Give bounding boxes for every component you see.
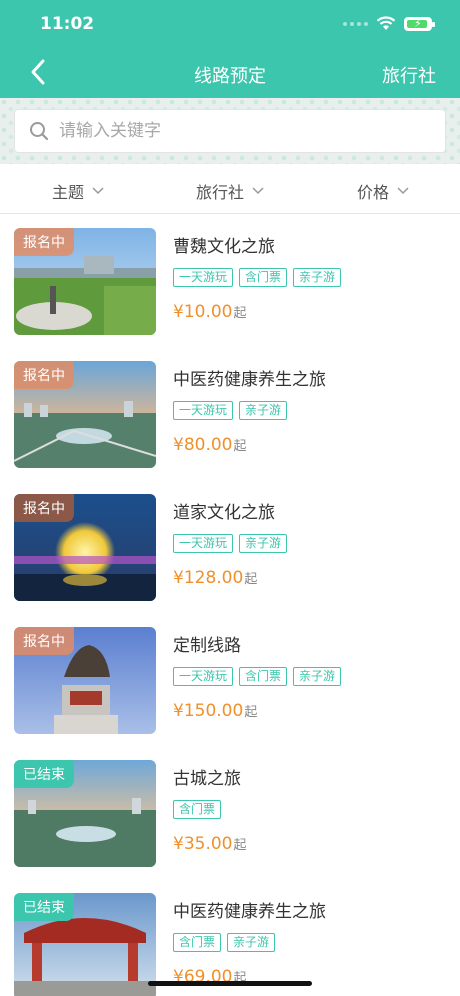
route-tag: 含门票 xyxy=(173,800,222,819)
route-tag: 一天游玩 xyxy=(173,401,234,420)
route-card[interactable]: 报名中 中医药健康养生之旅 一天游玩 亲子游 ¥80.00 起 xyxy=(0,347,460,480)
route-tag: 亲子游 xyxy=(239,534,288,553)
route-tags: 含门票 亲子游 xyxy=(173,933,276,952)
price-suffix: 起 xyxy=(233,306,247,321)
search-area xyxy=(0,98,460,164)
price-amount: ¥10.00 xyxy=(173,302,233,322)
route-tags: 一天游玩 含门票 亲子游 xyxy=(173,667,342,686)
route-tag: 含门票 xyxy=(173,933,222,952)
route-price: ¥35.00 起 xyxy=(173,834,247,854)
battery-icon: ⚡ xyxy=(404,16,435,31)
filter-label: 主题 xyxy=(52,183,85,202)
search-input[interactable] xyxy=(59,116,429,146)
status-badge: 报名中 xyxy=(14,361,74,389)
travel-agency-button[interactable]: 旅行社 xyxy=(382,62,436,88)
route-price: ¥128.00 起 xyxy=(173,568,257,588)
search-box[interactable] xyxy=(14,109,446,153)
status-badge: 已结束 xyxy=(14,760,74,788)
price-suffix: 起 xyxy=(244,572,258,587)
route-thumbnail: 已结束 xyxy=(14,760,156,867)
status-badge: 报名中 xyxy=(14,627,74,655)
filter-agency[interactable]: 旅行社 xyxy=(196,179,264,203)
route-thumbnail: 报名中 xyxy=(14,228,156,335)
route-tag: 一天游玩 xyxy=(173,667,234,686)
route-price: ¥150.00 起 xyxy=(173,701,257,721)
route-card[interactable]: 报名中 曹魏文化之旅 一天游玩 含门票 亲子游 ¥10.00 起 xyxy=(0,214,460,347)
route-price: ¥10.00 起 xyxy=(173,302,247,322)
filter-bar: 主题 旅行社 价格 xyxy=(0,164,460,214)
route-title: 中医药健康养生之旅 xyxy=(173,370,326,390)
route-tags: 含门票 xyxy=(173,800,222,819)
route-title: 定制线路 xyxy=(173,636,241,656)
route-price: ¥80.00 起 xyxy=(173,435,247,455)
filter-label: 旅行社 xyxy=(196,183,245,202)
route-tag: 亲子游 xyxy=(293,268,342,287)
route-thumbnail: 报名中 xyxy=(14,361,156,468)
filter-theme[interactable]: 主题 xyxy=(52,179,104,203)
route-tag: 亲子游 xyxy=(293,667,342,686)
status-indicators: ⚡ xyxy=(343,16,435,31)
search-icon xyxy=(30,122,49,141)
route-tag: 含门票 xyxy=(239,667,288,686)
chevron-down-icon xyxy=(252,187,264,195)
route-tag: 一天游玩 xyxy=(173,268,234,287)
price-suffix: 起 xyxy=(244,705,258,720)
route-title: 道家文化之旅 xyxy=(173,503,275,523)
route-card[interactable]: 报名中 定制线路 一天游玩 含门票 亲子游 ¥150.00 起 xyxy=(0,613,460,746)
route-card[interactable]: 已结束 古城之旅 含门票 ¥35.00 起 xyxy=(0,746,460,879)
price-suffix: 起 xyxy=(233,838,247,853)
chevron-down-icon xyxy=(92,187,104,195)
route-tag: 一天游玩 xyxy=(173,534,234,553)
route-tags: 一天游玩 亲子游 xyxy=(173,401,288,420)
price-suffix: 起 xyxy=(233,439,247,454)
route-title: 中医药健康养生之旅 xyxy=(173,902,326,922)
filter-label: 价格 xyxy=(357,183,390,202)
home-indicator[interactable] xyxy=(148,981,312,986)
price-amount: ¥80.00 xyxy=(173,435,233,455)
route-card[interactable]: 已结束 中医药健康养生之旅 含门票 亲子游 ¥69.00 起 xyxy=(0,879,460,996)
filter-price[interactable]: 价格 xyxy=(357,179,409,203)
route-thumbnail: 报名中 xyxy=(14,494,156,601)
route-card[interactable]: 报名中 道家文化之旅 一天游玩 亲子游 ¥128.00 起 xyxy=(0,480,460,613)
wifi-icon xyxy=(376,16,396,30)
route-thumbnail: 已结束 xyxy=(14,893,156,996)
route-tag: 亲子游 xyxy=(239,401,288,420)
route-tags: 一天游玩 含门票 亲子游 xyxy=(173,268,342,287)
route-tag: 含门票 xyxy=(239,268,288,287)
app-header: 11:02 ⚡ 线路预定 旅行社 xyxy=(0,0,460,98)
status-badge: 报名中 xyxy=(14,494,74,522)
chevron-down-icon xyxy=(397,187,409,195)
price-amount: ¥150.00 xyxy=(173,701,244,721)
route-title: 曹魏文化之旅 xyxy=(173,237,275,257)
price-amount: ¥35.00 xyxy=(173,834,233,854)
status-badge: 已结束 xyxy=(14,893,74,921)
route-tag: 亲子游 xyxy=(227,933,276,952)
route-tags: 一天游玩 亲子游 xyxy=(173,534,288,553)
status-time: 11:02 xyxy=(40,14,95,34)
status-badge: 报名中 xyxy=(14,228,74,256)
signal-icon xyxy=(343,21,368,26)
route-thumbnail: 报名中 xyxy=(14,627,156,734)
price-amount: ¥128.00 xyxy=(173,568,244,588)
route-title: 古城之旅 xyxy=(173,769,241,789)
